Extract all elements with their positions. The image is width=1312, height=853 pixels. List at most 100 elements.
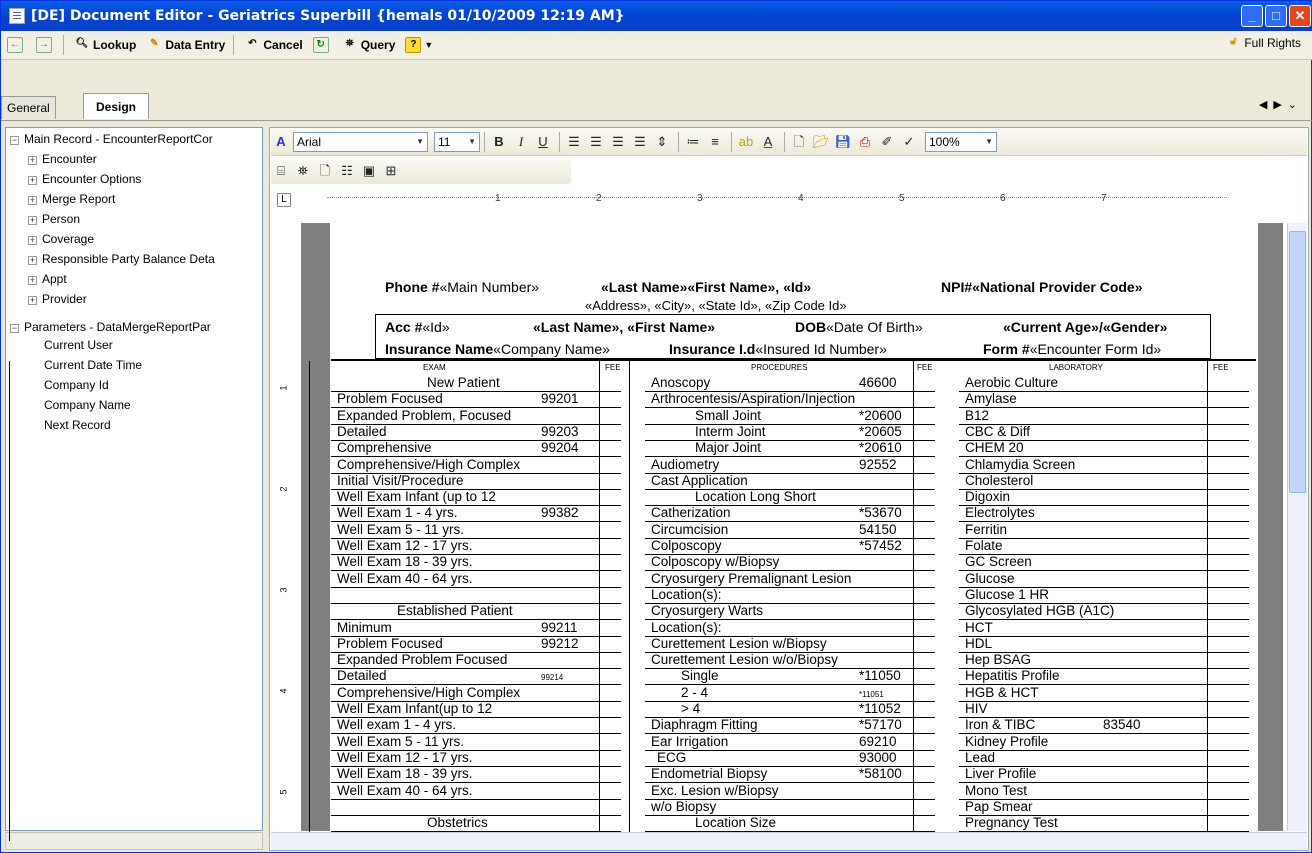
tree-horizontal-scrollbar[interactable] [5, 832, 263, 850]
form-icon[interactable]: ⊞ [381, 161, 401, 181]
tree-item[interactable]: + Person [28, 210, 80, 228]
font-select[interactable]: Arial ▼ [293, 131, 428, 152]
collapse-icon[interactable]: − [10, 136, 19, 145]
tree-params[interactable]: − Parameters - DataMergeReportPar [10, 318, 211, 336]
row-line [959, 407, 1249, 409]
expand-icon[interactable]: + [28, 256, 37, 265]
expand-icon[interactable]: + [28, 296, 37, 305]
procedure-item: Cryosurgery Warts [651, 603, 764, 619]
lab-item: HGB & HCT [965, 684, 1039, 700]
tree-param-item[interactable]: Company Id [44, 376, 109, 394]
tab-stop-icon[interactable]: L [277, 193, 291, 207]
grid-vline [629, 361, 630, 841]
font-size-value: 11 [438, 134, 451, 149]
pdf-icon[interactable]: ⎙ [855, 132, 875, 152]
italic-button[interactable]: I [511, 132, 531, 152]
tree-param-item[interactable]: Company Name [44, 396, 131, 414]
exam-item: Established Patient [397, 603, 513, 619]
horizontal-scrollbar[interactable] [271, 832, 1307, 850]
procedure-code: *20600 [859, 407, 902, 423]
tree-param-item[interactable]: Current Date Time [44, 356, 142, 374]
exam-item: Well Exam 1 - 4 yrs. [337, 505, 458, 521]
phone-field: «Main Number» [439, 279, 540, 295]
tree-param-item[interactable]: Next Record [44, 416, 111, 434]
lab-code: 83540 [1103, 717, 1141, 733]
cancel-button[interactable]: ↶ Cancel [240, 34, 306, 56]
tab-design[interactable]: Design [83, 93, 149, 119]
tree-item[interactable]: + Appt [28, 270, 67, 288]
tree-item[interactable]: + Encounter [28, 150, 97, 168]
procedure-item: Catherization [651, 505, 731, 521]
toolbar-separator [731, 131, 732, 152]
spellcheck-icon[interactable]: ✓ [899, 132, 919, 152]
tab-scroll-arrows[interactable]: ◀▶⌄ [1259, 98, 1303, 111]
align-right-icon[interactable]: ☰ [608, 132, 628, 152]
horizontal-ruler[interactable]: L 1 2 3 4 5 6 7 [273, 191, 1283, 213]
procedure-code: *57170 [859, 717, 902, 733]
tree-item[interactable]: + Merge Report [28, 190, 115, 208]
font-color-icon[interactable]: A [758, 132, 778, 152]
tab-general[interactable]: General [1, 96, 56, 119]
bold-button[interactable]: B [489, 132, 509, 152]
tree-item[interactable]: + Coverage [28, 230, 94, 248]
minimize-button[interactable]: _ [1241, 5, 1263, 27]
table-icon[interactable]: ☷ [337, 161, 357, 181]
align-center-icon[interactable]: ☰ [586, 132, 606, 152]
ruler-number: 1 [495, 193, 501, 204]
bullet-list-icon[interactable]: ≡ [705, 132, 725, 152]
underline-button[interactable]: U [533, 132, 553, 152]
forward-button[interactable]: → [32, 34, 59, 56]
lab-item: Glucose [965, 570, 1015, 586]
zoom-select[interactable]: 100% ▼ [925, 131, 997, 152]
expand-icon[interactable]: + [28, 176, 37, 185]
tree-param-item[interactable]: Current User [44, 336, 113, 354]
find-icon[interactable]: ⛯ [293, 161, 313, 181]
exam-item: Well Exam 12 - 17 yrs. [337, 749, 473, 765]
back-button[interactable]: ← [3, 34, 30, 56]
tree-item[interactable]: + Encounter Options [28, 170, 141, 188]
brush-icon[interactable]: ✐ [877, 132, 897, 152]
procedure-item: Location Long Short [695, 489, 816, 505]
justify-icon[interactable]: ☰ [630, 132, 650, 152]
procedure-item: Exc. Lesion w/Biopsy [651, 782, 779, 798]
image-icon[interactable]: ▣ [359, 161, 379, 181]
save-icon[interactable]: 💾︎ [833, 132, 853, 152]
line-spacing-icon[interactable]: ⇕ [652, 132, 672, 152]
scroll-thumb[interactable] [1289, 231, 1306, 493]
page-icon[interactable]: 🗋 [315, 161, 335, 181]
collapse-icon[interactable]: − [10, 324, 19, 333]
refresh-button[interactable]: ↻ [309, 34, 336, 56]
numbered-list-icon[interactable]: ≔ [683, 132, 703, 152]
tree-item[interactable]: + Provider [28, 290, 87, 308]
insert-field-icon[interactable]: ⌸ [271, 161, 291, 181]
close-button[interactable]: ✕ [1289, 5, 1311, 27]
tree-root[interactable]: − Main Record - EncounterReportCor [10, 130, 213, 148]
tree-item[interactable]: + Responsible Party Balance Deta [28, 250, 215, 268]
procedure-item: Colposcopy w/Biopsy [651, 554, 780, 570]
maximize-button[interactable]: □ [1265, 5, 1287, 27]
exam-item: Well Exam 40 - 64 yrs. [337, 570, 473, 586]
insurance-field: «Company Name» [493, 341, 610, 357]
expand-icon[interactable]: + [28, 276, 37, 285]
align-left-icon[interactable]: ☰ [564, 132, 584, 152]
data-entry-button[interactable]: ✎ Data Entry [142, 34, 229, 56]
expand-icon[interactable]: + [28, 236, 37, 245]
vertical-scrollbar[interactable] [1287, 223, 1307, 831]
lab-item: Glucose 1 HR [965, 586, 1050, 602]
lookup-button[interactable]: 🔍︎ Lookup [70, 34, 140, 56]
superbill-grid: New Patient Problem Focused 99201 Expanded … [9, 359, 1256, 841]
procedure-item: Single [681, 668, 719, 684]
new-icon[interactable]: 🗋 [789, 132, 809, 152]
open-icon[interactable]: 📂︎ [811, 132, 831, 152]
help-button[interactable]: ? ▼ [401, 34, 437, 56]
expand-icon[interactable]: + [28, 196, 37, 205]
expand-icon[interactable]: + [28, 216, 37, 225]
font-size-select[interactable]: 11 ▼ [434, 131, 480, 152]
query-button[interactable]: ⛯ Query [338, 34, 400, 56]
procedure-item: Anoscopy [651, 375, 711, 390]
procedure-code: *20605 [859, 423, 902, 439]
toolbar-separator [233, 35, 235, 55]
expand-icon[interactable]: + [28, 156, 37, 165]
grid-vline [309, 361, 310, 841]
highlight-icon[interactable]: ab [736, 132, 756, 152]
